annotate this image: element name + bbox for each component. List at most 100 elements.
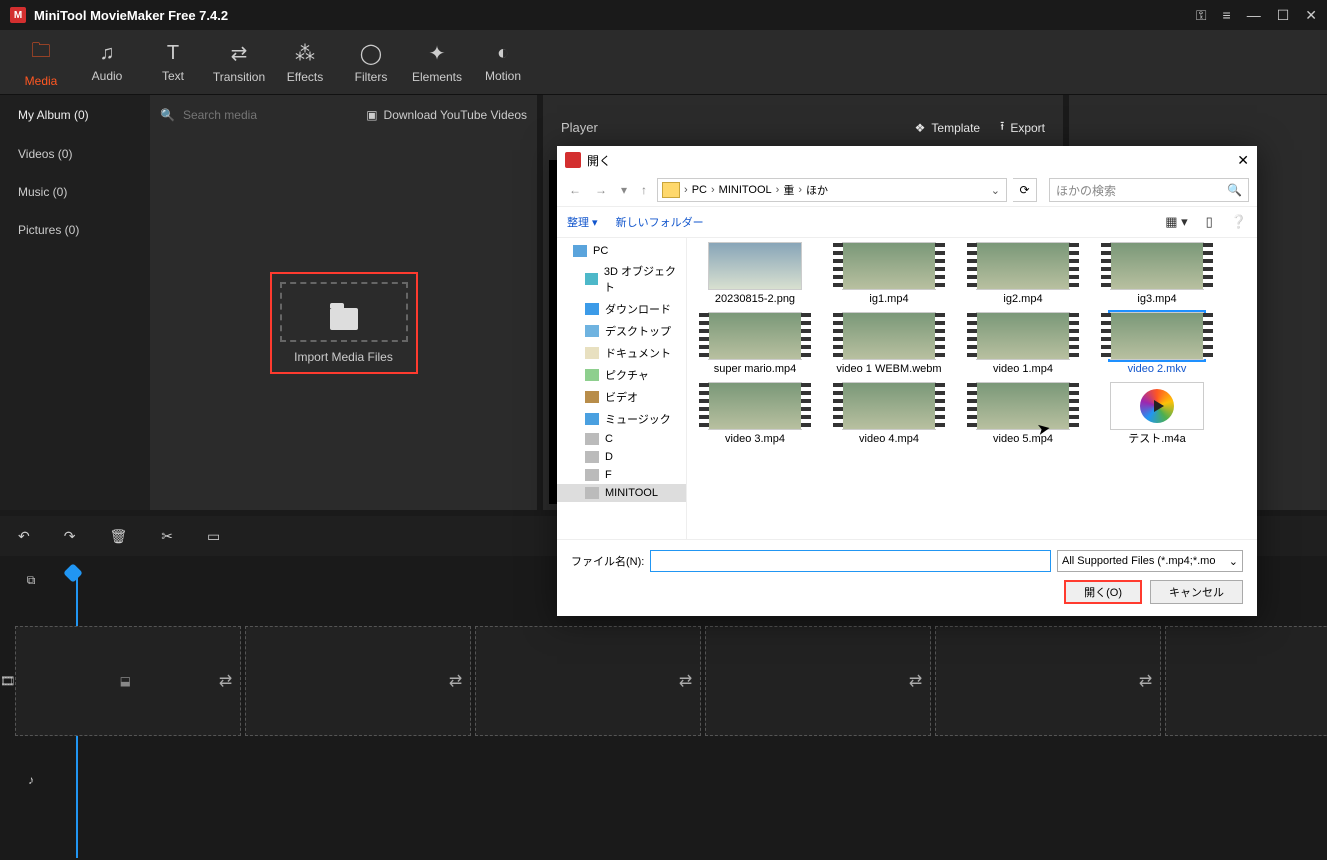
view-menu-icon[interactable]: ▦ ▾ [1165, 214, 1187, 230]
file-filter-dropdown[interactable]: All Supported Files (*.mp4;*.mo⌄ [1057, 550, 1243, 572]
tree-item-download[interactable]: ダウンロード [557, 298, 686, 320]
video-track[interactable]: ⬓⇄ ⇄ ⇄ ⇄ ⇄ ⇄ [15, 622, 1327, 740]
tree-item-pc[interactable]: PC [557, 242, 686, 260]
maximize-icon[interactable]: ☐ [1277, 7, 1290, 24]
dialog-search-input[interactable]: ほかの検索🔍 [1049, 178, 1249, 202]
sidebar-item-music[interactable]: Music (0) [18, 185, 132, 199]
delete-icon[interactable]: 🗑 [109, 528, 127, 545]
tab-media[interactable]: 🗀Media [8, 30, 74, 94]
dialog-app-icon [565, 152, 581, 168]
file-name: テスト.m4a [1128, 433, 1185, 446]
address-bar[interactable]: ›PC ›MINITOOL ›重 ›ほか ⌄ [657, 178, 1007, 202]
filters-icon: ◯ [360, 41, 382, 66]
tree-item-desktop[interactable]: デスクトップ [557, 320, 686, 342]
tree-item-c[interactable]: C [557, 430, 686, 448]
search-icon: 🔍 [1227, 183, 1242, 197]
file-item[interactable]: ig3.mp4 [1097, 242, 1217, 306]
file-item[interactable]: video 2.mkv [1097, 312, 1217, 376]
file-name: video 3.mp4 [725, 433, 785, 446]
nav-up-icon[interactable]: ↑ [637, 183, 651, 197]
file-item[interactable]: video 1.mp4 [963, 312, 1083, 376]
split-icon[interactable]: ✂ [161, 528, 173, 545]
video-thumb-icon [1110, 312, 1204, 360]
audio-thumb-icon [1110, 382, 1204, 430]
transition-slot-icon[interactable]: ⇄ [679, 671, 692, 691]
filename-input[interactable] [650, 550, 1051, 572]
cancel-button[interactable]: キャンセル [1150, 580, 1243, 604]
video-thumb-icon [842, 242, 936, 290]
redo-icon[interactable]: ↷ [64, 528, 76, 545]
tab-audio[interactable]: ♫Audio [74, 30, 140, 94]
video-thumb-icon [708, 382, 802, 430]
video-thumb-icon [842, 312, 936, 360]
key-icon[interactable]: ⚿ [1196, 7, 1207, 24]
tree-item-video[interactable]: ビデオ [557, 386, 686, 408]
tree-item-document[interactable]: ドキュメント [557, 342, 686, 364]
file-item[interactable]: ig1.mp4 [829, 242, 949, 306]
tree-item-f[interactable]: F [557, 466, 686, 484]
file-item[interactable]: video 5.mp4 [963, 382, 1083, 446]
sidebar-item-videos[interactable]: Videos (0) [18, 147, 132, 161]
my-album-tab[interactable]: My Album (0) [0, 108, 150, 122]
clip-slot[interactable]: ⬓⇄ [15, 626, 241, 736]
tab-motion[interactable]: ◐Motion [470, 30, 536, 94]
clip-slot[interactable]: ⇄ [475, 626, 701, 736]
tree-item-music[interactable]: ミュージック [557, 408, 686, 430]
clip-slot[interactable]: ⇄ [1165, 626, 1327, 736]
tab-effects[interactable]: ⁂Effects [272, 30, 338, 94]
playhead[interactable] [66, 566, 80, 580]
preview-pane-icon[interactable]: ▯ [1206, 214, 1213, 230]
transition-slot-icon[interactable]: ⇄ [449, 671, 462, 691]
file-item[interactable]: video 3.mp4 [695, 382, 815, 446]
nav-back-icon[interactable]: ← [565, 183, 585, 197]
clip-slot[interactable]: ⇄ [245, 626, 471, 736]
file-list[interactable]: 20230815-2.pngig1.mp4ig2.mp4ig3.mp4 super… [687, 238, 1257, 539]
tab-filters[interactable]: ◯Filters [338, 30, 404, 94]
tree-item-minitool[interactable]: MINITOOL [557, 484, 686, 502]
transition-slot-icon[interactable]: ⇄ [909, 671, 922, 691]
transition-slot-icon[interactable]: ⇄ [1139, 671, 1152, 691]
download-youtube-button[interactable]: ▣ Download YouTube Videos [366, 108, 527, 122]
export-button[interactable]: ⭱Export [1000, 117, 1045, 138]
minimize-icon[interactable]: — [1247, 7, 1261, 23]
nav-recent-icon[interactable]: ▾ [617, 183, 631, 197]
folder-tree[interactable]: PC 3D オブジェクト ダウンロード デスクトップ ドキュメント ピクチャ ビ… [557, 238, 687, 539]
tab-elements[interactable]: ✦Elements [404, 30, 470, 94]
tree-item-picture[interactable]: ピクチャ [557, 364, 686, 386]
import-media-button[interactable] [280, 282, 408, 342]
close-icon[interactable]: ✕ [1305, 7, 1317, 24]
open-button[interactable]: 開く(O) [1064, 580, 1142, 604]
dialog-close-icon[interactable]: ✕ [1237, 152, 1249, 169]
crop-icon[interactable]: ▭ [207, 528, 220, 545]
hamburger-icon[interactable]: ≡ [1223, 7, 1231, 23]
tab-transition[interactable]: ⇄Transition [206, 30, 272, 94]
file-item[interactable]: super mario.mp4 [695, 312, 815, 376]
undo-icon[interactable]: ↶ [18, 528, 30, 545]
dialog-title: 開く [587, 152, 1231, 169]
organize-menu[interactable]: 整理 ▾ [567, 214, 598, 230]
tab-text[interactable]: TText [140, 30, 206, 94]
search-input[interactable] [183, 108, 358, 122]
file-item[interactable]: テスト.m4a [1097, 382, 1217, 446]
file-item[interactable]: video 4.mp4 [829, 382, 949, 446]
file-item[interactable]: ig2.mp4 [963, 242, 1083, 306]
album-sidebar: Videos (0) Music (0) Pictures (0) [0, 135, 150, 510]
refresh-icon[interactable]: ⟳ [1013, 178, 1037, 202]
add-track-icon[interactable]: ⧉ [27, 573, 36, 588]
template-button[interactable]: ❖Template [915, 121, 980, 135]
audio-track[interactable] [62, 740, 1327, 820]
sidebar-item-pictures[interactable]: Pictures (0) [18, 223, 132, 237]
transition-slot-icon[interactable]: ⇄ [219, 671, 232, 691]
tree-item-3d[interactable]: 3D オブジェクト [557, 260, 686, 298]
help-icon[interactable]: ❔ [1231, 214, 1247, 230]
tree-item-d[interactable]: D [557, 448, 686, 466]
clip-slot[interactable]: ⇄ [705, 626, 931, 736]
chevron-down-icon[interactable]: ⌄ [989, 184, 1002, 197]
nav-forward-icon[interactable]: → [591, 183, 611, 197]
file-item[interactable]: 20230815-2.png [695, 242, 815, 306]
new-folder-button[interactable]: 新しいフォルダー [616, 214, 704, 230]
motion-icon: ◐ [497, 42, 509, 65]
video-thumb-icon [976, 242, 1070, 290]
clip-slot[interactable]: ⇄ [935, 626, 1161, 736]
file-item[interactable]: video 1 WEBM.webm [829, 312, 949, 376]
